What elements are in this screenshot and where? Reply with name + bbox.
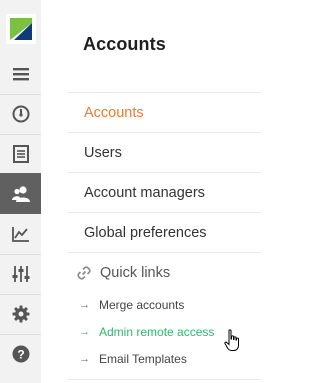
quick-link-label: Merge accounts (99, 298, 185, 312)
nav-item-global-preferences[interactable]: Global preferences (68, 212, 261, 252)
icon-rail: ? (0, 0, 42, 383)
quick-link-label: Email Templates (99, 352, 187, 366)
hand-pointer-cursor-icon (224, 329, 240, 358)
nav-item-users[interactable]: Users (68, 132, 261, 172)
quick-link-label: Admin remote access (99, 325, 215, 339)
dashboard-button[interactable] (0, 94, 41, 135)
divider (68, 379, 261, 380)
documents-button[interactable] (0, 134, 41, 175)
sliders-icon (12, 266, 29, 282)
help-button[interactable]: ? (0, 334, 41, 374)
quick-link-merge-accounts[interactable]: → Merge accounts (79, 294, 184, 316)
logo-icon[interactable] (0, 10, 41, 48)
settings-gear-icon (12, 305, 29, 323)
document-icon (12, 145, 29, 163)
analytics-button[interactable] (0, 214, 41, 255)
menu-button[interactable] (0, 54, 41, 95)
arrow-right-icon: → (79, 326, 90, 338)
nav-item-accounts[interactable]: Accounts (68, 92, 261, 132)
settings-button[interactable] (0, 294, 41, 335)
quick-link-admin-remote-access[interactable]: → Admin remote access (79, 321, 214, 343)
page-title: Accounts (83, 34, 166, 54)
help-icon: ? (12, 345, 29, 363)
quick-link-email-templates[interactable]: → Email Templates (79, 348, 187, 370)
arrow-right-icon: → (79, 353, 90, 365)
quick-links-heading: Quick links (68, 252, 261, 292)
users-button[interactable] (0, 173, 41, 214)
nav-item-account-managers[interactable]: Account managers (68, 172, 261, 212)
link-icon (76, 265, 92, 281)
dashboard-gauge-icon (12, 105, 29, 123)
quick-links-label: Quick links (100, 264, 171, 281)
hamburger-menu-icon (12, 68, 29, 81)
settings-sliders-button[interactable] (0, 254, 41, 295)
users-icon (11, 185, 30, 202)
accounts-panel: Accounts Accounts Users Account managers… (41, 0, 263, 383)
analytics-chart-icon (11, 227, 29, 242)
arrow-right-icon: → (79, 299, 90, 311)
svg-text:?: ? (17, 348, 24, 362)
